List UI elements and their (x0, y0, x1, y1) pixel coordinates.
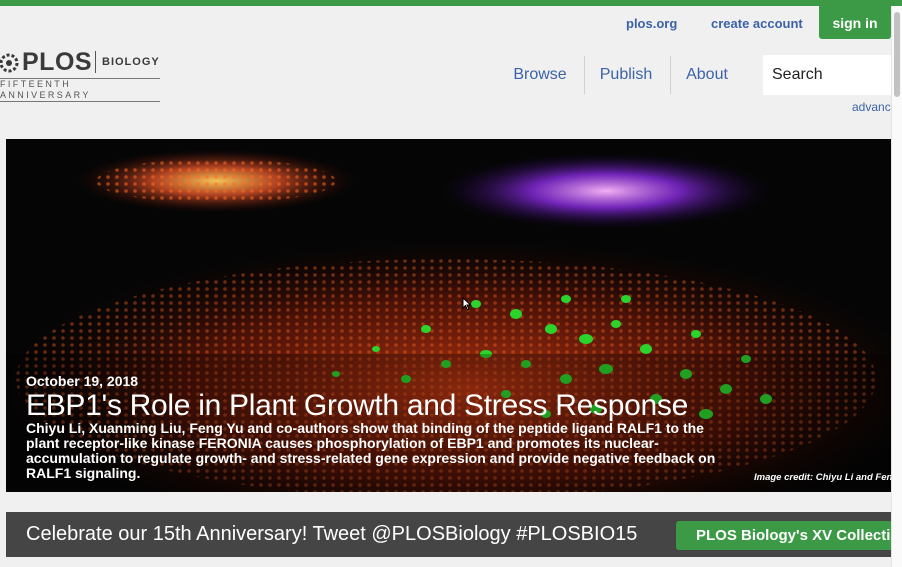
top-accent-bar (0, 0, 902, 6)
nav-divider (584, 56, 585, 94)
logo-plos-text: PLOS (22, 48, 93, 76)
anniversary-banner: Celebrate our 15th Anniversary! Tweet @P… (6, 512, 891, 557)
nav-about[interactable]: About (676, 56, 738, 94)
logo-anniversary-text: FIFTEENTH ANNIVERSARY (0, 78, 160, 102)
plos-gear-icon (0, 53, 19, 73)
banner-text: Celebrate our 15th Anniversary! Tweet @P… (26, 523, 638, 545)
article-date: October 19, 2018 (26, 373, 139, 389)
collection-button[interactable]: PLOS Biology's XV Collectio (676, 521, 891, 550)
advanced-search-link[interactable]: advanc (852, 100, 891, 114)
create-account-link[interactable]: create account (711, 16, 803, 31)
sign-in-button[interactable]: sign in (819, 6, 891, 39)
scrollbar-thumb[interactable] (894, 12, 900, 97)
logo-journal-text: BIOLOGY (102, 56, 160, 68)
article-title[interactable]: EBP1's Role in Plant Growth and Stress R… (26, 389, 688, 423)
plos-biology-logo[interactable]: PLOS BIOLOGY FIFTEENTH ANNIVERSARY (0, 48, 160, 102)
mouse-pointer-icon (462, 297, 472, 311)
featured-article-hero[interactable]: October 19, 2018 EBP1's Role in Plant Gr… (6, 139, 891, 492)
logo-divider (95, 51, 96, 73)
nav-publish[interactable]: Publish (590, 56, 662, 94)
search-input[interactable] (763, 55, 891, 95)
nav-divider (670, 56, 671, 94)
plos-org-link[interactable]: plos.org (626, 16, 677, 31)
article-summary: Chiyu Li, Xuanming Liu, Feng Yu and co-a… (26, 420, 716, 481)
nav-browse[interactable]: Browse (504, 56, 576, 94)
image-credit: Image credit: Chiyu Li and Feng (754, 472, 891, 483)
